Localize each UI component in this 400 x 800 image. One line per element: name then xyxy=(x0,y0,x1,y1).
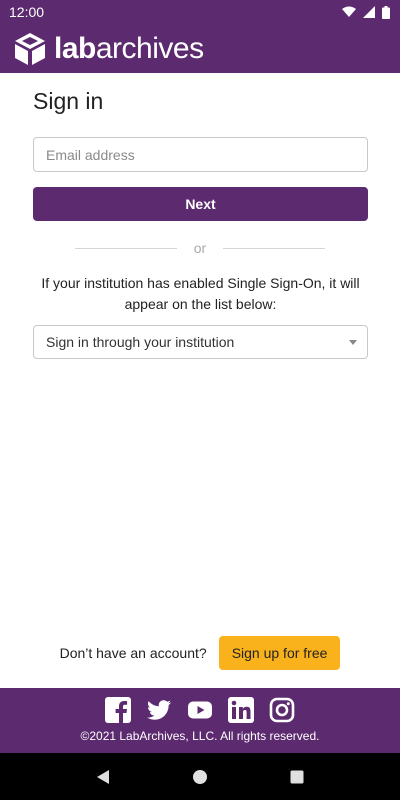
institution-select[interactable]: Sign in through your institution xyxy=(33,325,368,359)
status-bar: 12:00 xyxy=(0,0,400,24)
institution-select-label: Sign in through your institution xyxy=(46,334,235,350)
youtube-icon[interactable] xyxy=(187,697,213,723)
page-title: Sign in xyxy=(33,88,104,114)
divider-line-left xyxy=(75,247,177,249)
email-field[interactable] xyxy=(33,137,368,172)
footer: ©2021 LabArchives, LLC. All rights reser… xyxy=(0,688,400,753)
instagram-icon[interactable] xyxy=(269,697,295,723)
system-navigation-bar xyxy=(0,753,400,800)
cellular-signal-icon xyxy=(363,6,375,18)
recents-icon[interactable] xyxy=(289,769,305,785)
battery-icon xyxy=(382,5,390,19)
sign-up-button[interactable]: Sign up for free xyxy=(218,636,341,670)
home-icon[interactable] xyxy=(192,769,208,785)
brand: labarchives xyxy=(12,31,204,67)
brand-name: labarchives xyxy=(54,31,204,65)
social-links xyxy=(105,697,295,723)
wifi-icon xyxy=(342,6,356,17)
or-divider: or xyxy=(75,238,325,258)
chevron-down-icon xyxy=(349,339,357,345)
status-icons xyxy=(342,5,390,19)
signup-prompt: Don’t have an account? xyxy=(59,645,207,661)
app-header: labarchives xyxy=(0,24,400,73)
linkedin-icon[interactable] xyxy=(228,697,254,723)
signup-row: Don’t have an account? Sign up for free xyxy=(0,636,400,670)
divider-line-right xyxy=(222,247,325,249)
sso-description: If your institution has enabled Single S… xyxy=(41,275,360,312)
twitter-icon[interactable] xyxy=(146,697,172,723)
facebook-icon[interactable] xyxy=(105,697,131,723)
copyright-text: ©2021 LabArchives, LLC. All rights reser… xyxy=(80,729,320,743)
back-icon[interactable] xyxy=(95,769,111,785)
next-button[interactable]: Next xyxy=(33,187,368,221)
or-label: or xyxy=(193,240,207,256)
status-time: 12:00 xyxy=(9,4,45,20)
labarchives-logo-icon xyxy=(15,32,45,65)
